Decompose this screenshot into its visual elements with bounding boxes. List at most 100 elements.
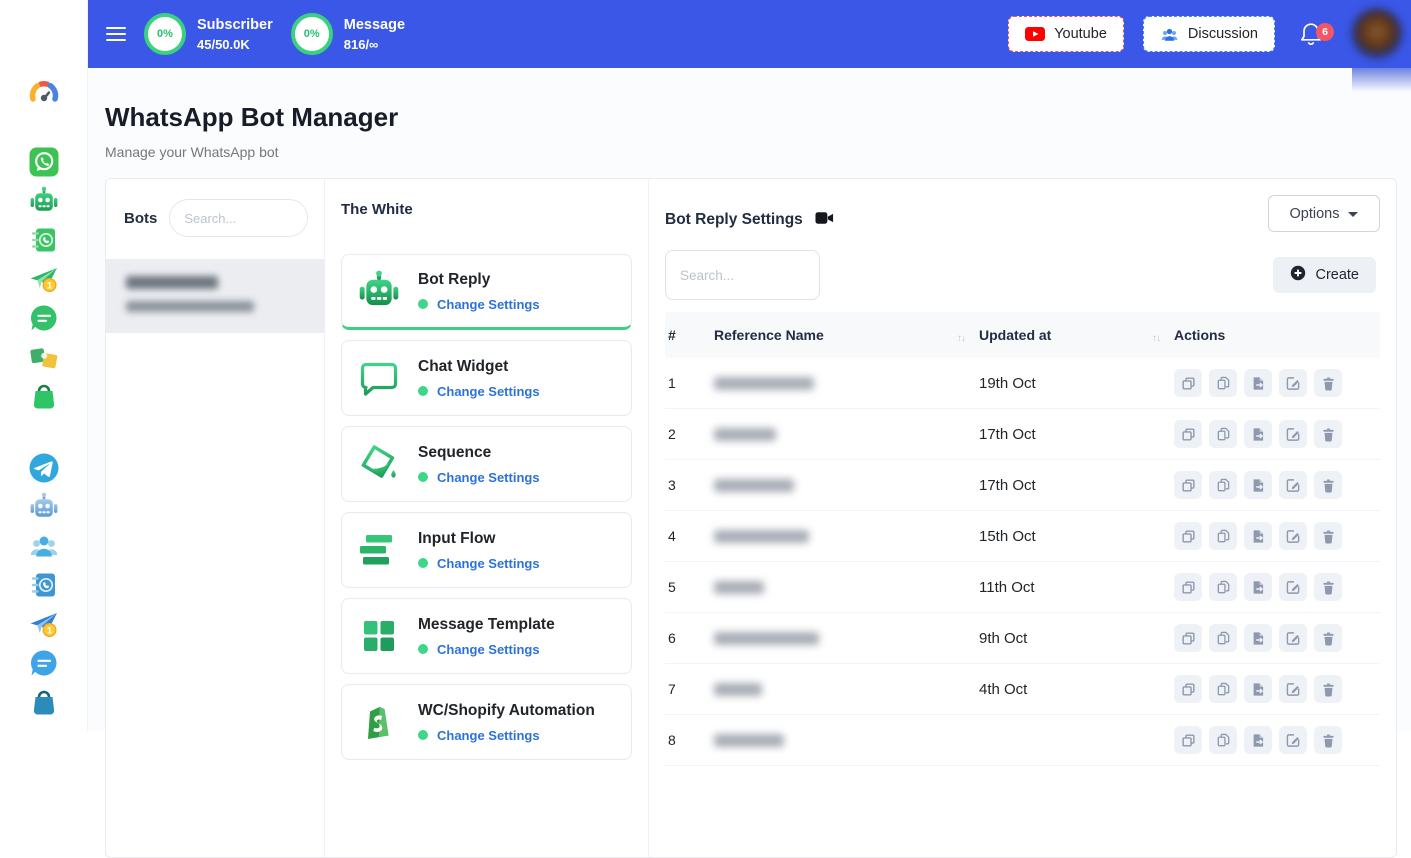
bots-search-input[interactable] [169, 199, 308, 237]
copy-button[interactable] [1209, 522, 1237, 550]
table-search-input[interactable] [665, 250, 820, 300]
duplicate-button[interactable] [1174, 471, 1202, 499]
sidebar-item-telegram[interactable] [28, 452, 60, 484]
edit-button[interactable] [1279, 369, 1307, 397]
youtube-button[interactable]: Youtube [1008, 16, 1124, 52]
change-settings-link[interactable]: Change Settings [418, 556, 540, 571]
copy-button[interactable] [1209, 573, 1237, 601]
whatsapp-contacts-icon [28, 224, 60, 256]
sidebar-item-whatsapp[interactable] [28, 146, 60, 178]
sidebar-item-dashboard[interactable] [28, 78, 60, 110]
reference-name-redacted [714, 530, 809, 543]
change-settings-link[interactable]: Change Settings [418, 728, 595, 743]
change-settings-link[interactable]: Change Settings [418, 642, 555, 657]
column-header-referencename[interactable]: Reference Name ↑↓ [714, 326, 979, 344]
export-button[interactable] [1244, 369, 1272, 397]
row-index: 4 [668, 528, 714, 544]
create-button[interactable]: Create [1273, 257, 1376, 293]
edit-button[interactable] [1279, 420, 1307, 448]
bot-list-item-selected[interactable] [106, 259, 324, 333]
export-button[interactable] [1244, 522, 1272, 550]
edit-button[interactable] [1279, 675, 1307, 703]
copy-button[interactable] [1209, 369, 1237, 397]
copy-button[interactable] [1209, 726, 1237, 754]
copy-button[interactable] [1209, 675, 1237, 703]
avatar[interactable] [1351, 8, 1403, 60]
sidebar-item-telegram-group[interactable] [28, 530, 60, 562]
delete-icon [1321, 427, 1336, 442]
duplicate-button[interactable] [1174, 573, 1202, 601]
setting-card-input-flow[interactable]: Input Flow Change Settings [341, 512, 632, 588]
reference-name-redacted [714, 581, 764, 594]
telegram-contacts-icon [28, 569, 60, 601]
delete-button[interactable] [1314, 573, 1342, 601]
bots-panel: Bots [106, 179, 325, 857]
sidebar-item-telegram-broadcast[interactable]: 1 [28, 608, 60, 640]
duplicate-button[interactable] [1174, 624, 1202, 652]
sidebar-item-whatsapp-contacts[interactable] [28, 224, 60, 256]
delete-icon [1321, 733, 1336, 748]
bots-panel-title: Bots [124, 210, 157, 227]
export-button[interactable] [1244, 726, 1272, 754]
edit-button[interactable] [1279, 573, 1307, 601]
edit-button[interactable] [1279, 522, 1307, 550]
sidebar-item-whatsapp-live-chat[interactable] [28, 302, 60, 334]
delete-button[interactable] [1314, 522, 1342, 550]
sidebar-item-telegram-bot-manager[interactable] [28, 491, 60, 523]
sidebar-item-whatsapp-broadcast[interactable]: 1 [28, 263, 60, 295]
sidebar-item-telegram-ecommerce[interactable] [28, 686, 60, 718]
duplicate-button[interactable] [1174, 369, 1202, 397]
export-button[interactable] [1244, 624, 1272, 652]
notification-badge: 6 [1316, 23, 1334, 41]
setting-card-wc-shopify-automation[interactable]: WC/Shopify Automation Change Settings [341, 684, 632, 760]
setting-card-title: Input Flow [418, 530, 540, 548]
copy-button[interactable] [1209, 624, 1237, 652]
video-camera-icon[interactable] [815, 211, 834, 230]
delete-button[interactable] [1314, 726, 1342, 754]
notifications-button[interactable]: 6 [1298, 21, 1324, 47]
copy-button[interactable] [1209, 420, 1237, 448]
setting-card-sequence[interactable]: Sequence Change Settings [341, 426, 632, 502]
edit-button[interactable] [1279, 624, 1307, 652]
delete-button[interactable] [1314, 369, 1342, 397]
setting-card-message-template[interactable]: Message Template Change Settings [341, 598, 632, 674]
delete-button[interactable] [1314, 675, 1342, 703]
edit-button[interactable] [1279, 471, 1307, 499]
updated-at: 11th Oct [979, 579, 1174, 596]
delete-button[interactable] [1314, 624, 1342, 652]
delete-button[interactable] [1314, 420, 1342, 448]
edit-button[interactable] [1279, 726, 1307, 754]
change-settings-link[interactable]: Change Settings [418, 297, 540, 312]
whatsapp-live-chat-icon [28, 302, 60, 334]
setting-card-bot-reply[interactable]: Bot Reply Change Settings [341, 254, 632, 330]
duplicate-button[interactable] [1174, 522, 1202, 550]
sidebar-item-telegram-live-chat[interactable] [28, 647, 60, 679]
reply-settings-panel: Bot Reply Settings Options Create [649, 179, 1396, 857]
discussion-button[interactable]: Discussion [1143, 16, 1275, 52]
sidebar-item-whatsapp-ecommerce[interactable] [28, 380, 60, 412]
export-icon [1251, 478, 1266, 493]
usage-stats: 0% Subscriber 45/50.0K 0% Message 816/∞ [126, 13, 405, 55]
sort-icon[interactable]: ↑↓ [1152, 333, 1160, 344]
change-settings-link[interactable]: Change Settings [418, 470, 540, 485]
duplicate-button[interactable] [1174, 675, 1202, 703]
column-header-updatedat[interactable]: Updated at ↑↓ [979, 326, 1174, 344]
menu-icon[interactable] [106, 27, 126, 41]
export-button[interactable] [1244, 420, 1272, 448]
chat-outline-icon [356, 355, 402, 401]
sidebar-item-whatsapp-integration[interactable] [28, 341, 60, 373]
sidebar-item-whatsapp-bot-manager[interactable] [28, 185, 60, 217]
options-button[interactable]: Options [1268, 195, 1380, 232]
duplicate-button[interactable] [1174, 420, 1202, 448]
status-dot-icon [418, 558, 428, 568]
sidebar-item-telegram-contacts[interactable] [28, 569, 60, 601]
duplicate-button[interactable] [1174, 726, 1202, 754]
copy-button[interactable] [1209, 471, 1237, 499]
sort-icon[interactable]: ↑↓ [957, 333, 965, 344]
export-button[interactable] [1244, 573, 1272, 601]
delete-button[interactable] [1314, 471, 1342, 499]
export-button[interactable] [1244, 471, 1272, 499]
export-button[interactable] [1244, 675, 1272, 703]
change-settings-link[interactable]: Change Settings [418, 384, 540, 399]
setting-card-chat-widget[interactable]: Chat Widget Change Settings [341, 340, 632, 416]
